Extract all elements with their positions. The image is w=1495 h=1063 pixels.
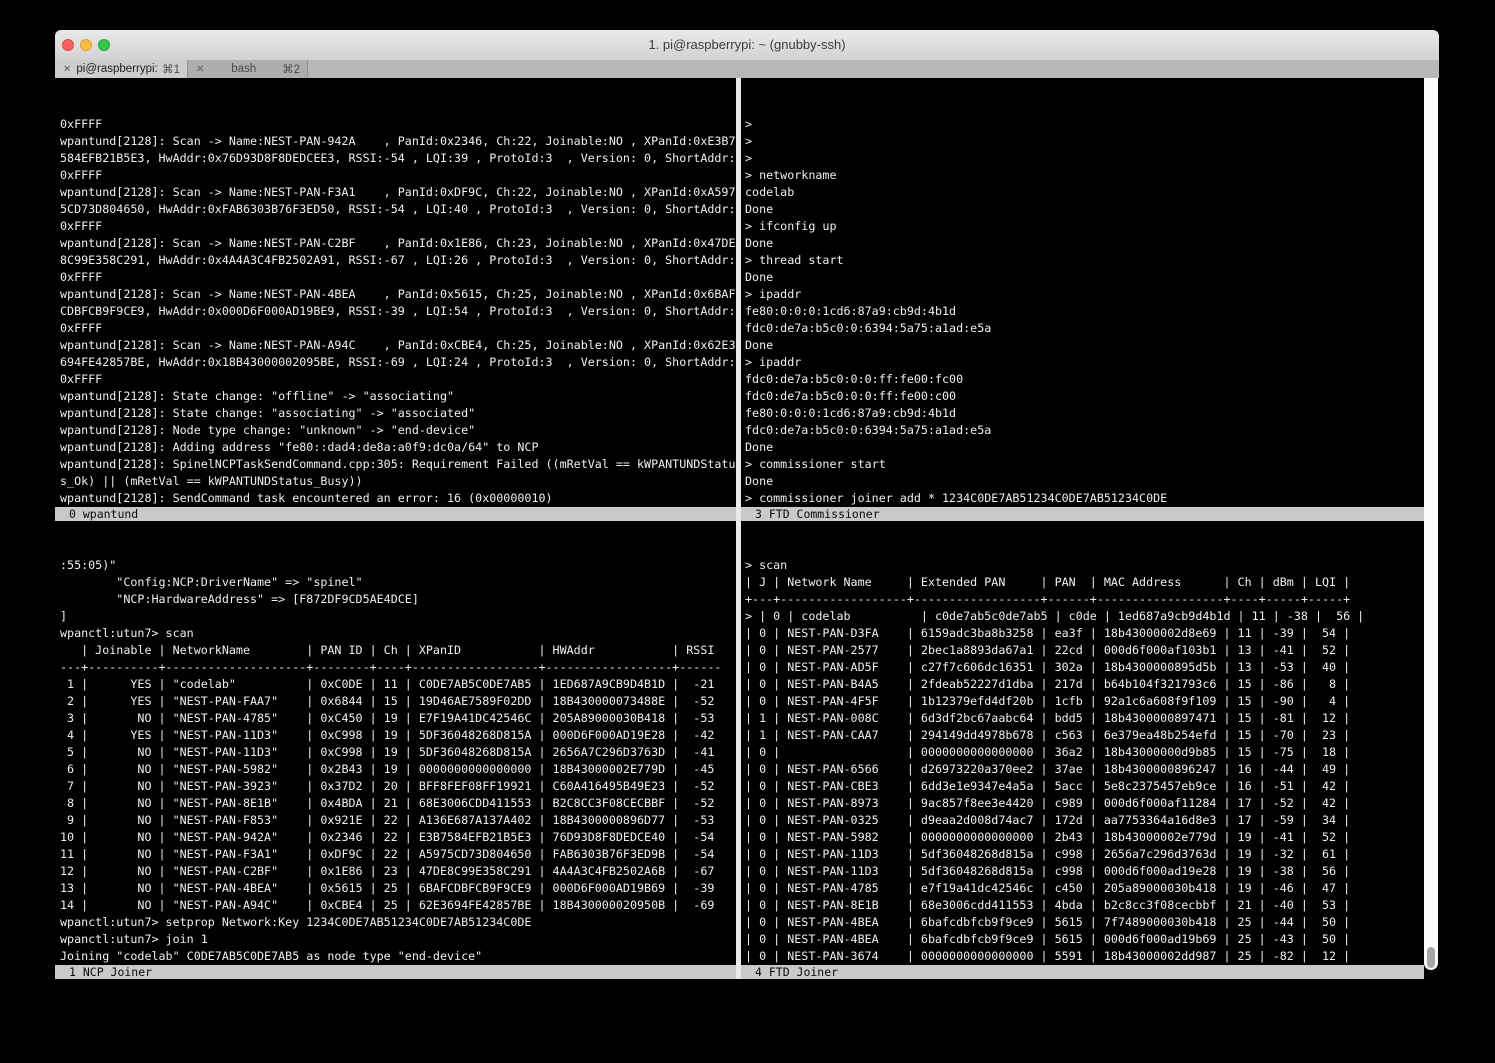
pane-ftd-commissioner[interactable]: > > > > networkname codelab Done > ifcon…: [741, 78, 1424, 507]
tab-shortcut-badge: ⌘2: [278, 62, 307, 76]
terminal-content: 0xFFFF wpantund[2128]: Scan -> Name:NEST…: [55, 78, 1439, 1063]
tab-bash[interactable]: ✕ bash ⌘2: [188, 60, 308, 78]
scrollbar-thumb[interactable]: [1427, 947, 1435, 968]
pane-status-ftd-commissioner: 3 FTD Commissioner: [741, 507, 1424, 521]
pane-status-ftd-joiner: 4 FTD Joiner: [741, 965, 1424, 979]
pane-wpantund[interactable]: 0xFFFF wpantund[2128]: Scan -> Name:NEST…: [55, 78, 736, 507]
tab-bar: ✕ pi@raspberrypi: ~ (g... ⌘1 ✕ bash ⌘2: [55, 60, 1439, 78]
tab-close-icon[interactable]: ✕: [55, 64, 76, 75]
pane-status-ncp-joiner: 1 NCP Joiner: [55, 965, 736, 979]
ncp-joiner-scan-text: :55:05)" "Config:NCP:DriverName" => "spi…: [60, 557, 736, 965]
tab-shortcut-badge: ⌘1: [158, 62, 187, 76]
tab-close-icon[interactable]: ✕: [188, 64, 209, 75]
scrollbar-track[interactable]: [1424, 78, 1438, 970]
pane-ftd-joiner[interactable]: > scan | J | Network Name | Extended PAN…: [741, 521, 1424, 965]
pane-status-wpantund: 0 wpantund: [55, 507, 736, 521]
window-title: 1. pi@raspberrypi: ~ (gnubby-ssh): [55, 30, 1439, 60]
ftd-joiner-scan-text: > scan | J | Network Name | Extended PAN…: [745, 557, 1424, 965]
tab-pi-raspberrypi[interactable]: ✕ pi@raspberrypi: ~ (g... ⌘1: [55, 60, 188, 78]
title-bar[interactable]: 1. pi@raspberrypi: ~ (gnubby-ssh): [55, 30, 1439, 61]
tab-label: bash: [209, 63, 278, 75]
wpantund-log-text: 0xFFFF wpantund[2128]: Scan -> Name:NEST…: [60, 116, 736, 507]
pane-divider[interactable]: [736, 78, 741, 979]
tab-label: pi@raspberrypi: ~ (g...: [76, 63, 158, 75]
pane-ncp-joiner[interactable]: :55:05)" "Config:NCP:DriverName" => "spi…: [55, 521, 736, 965]
desktop: 1. pi@raspberrypi: ~ (gnubby-ssh) ✕ pi@r…: [0, 0, 1495, 1063]
ftd-commissioner-text: > > > > networkname codelab Done > ifcon…: [745, 116, 1424, 507]
terminal-window: 1. pi@raspberrypi: ~ (gnubby-ssh) ✕ pi@r…: [55, 30, 1439, 1063]
